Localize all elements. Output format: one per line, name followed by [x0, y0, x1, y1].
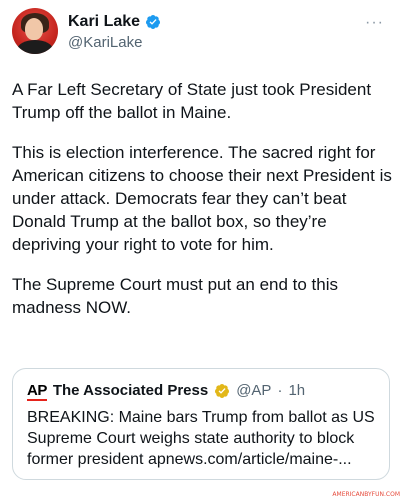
ap-logo: AP: [27, 382, 47, 401]
quoted-display-name[interactable]: The Associated Press: [53, 382, 208, 399]
name-row: Kari Lake: [68, 12, 161, 32]
tweet-body: A Far Left Secretary of State just took …: [12, 78, 392, 336]
site-watermark: AMERICANBYFUN.COM: [332, 491, 400, 498]
tweet-header: Kari Lake @KariLake ···: [12, 8, 392, 60]
more-options-icon[interactable]: ···: [365, 14, 384, 32]
meta-separator: ·: [277, 382, 283, 399]
tweet-paragraph: The Supreme Court must put an end to thi…: [12, 275, 343, 317]
display-name[interactable]: Kari Lake: [68, 12, 140, 32]
quoted-tweet-text: BREAKING: Maine bars Trump from ballot a…: [27, 409, 375, 468]
handle[interactable]: @KariLake: [68, 34, 142, 51]
avatar-face: [25, 18, 43, 40]
quoted-timestamp[interactable]: 1h: [288, 382, 305, 399]
quoted-tweet-header: AP The Associated Press @AP · 1h: [27, 382, 305, 401]
tweet-paragraph: This is election interference. The sacre…: [12, 143, 397, 254]
tweet-paragraph: A Far Left Secretary of State just took …: [12, 80, 376, 122]
quoted-handle[interactable]: @AP: [236, 382, 271, 399]
avatar-shoulders: [17, 40, 53, 54]
quoted-tweet-card[interactable]: AP The Associated Press @AP · 1h BREAKIN…: [12, 368, 390, 480]
avatar[interactable]: [12, 8, 58, 54]
gold-check-icon: [215, 383, 230, 398]
verified-badge-icon: [146, 15, 161, 29]
